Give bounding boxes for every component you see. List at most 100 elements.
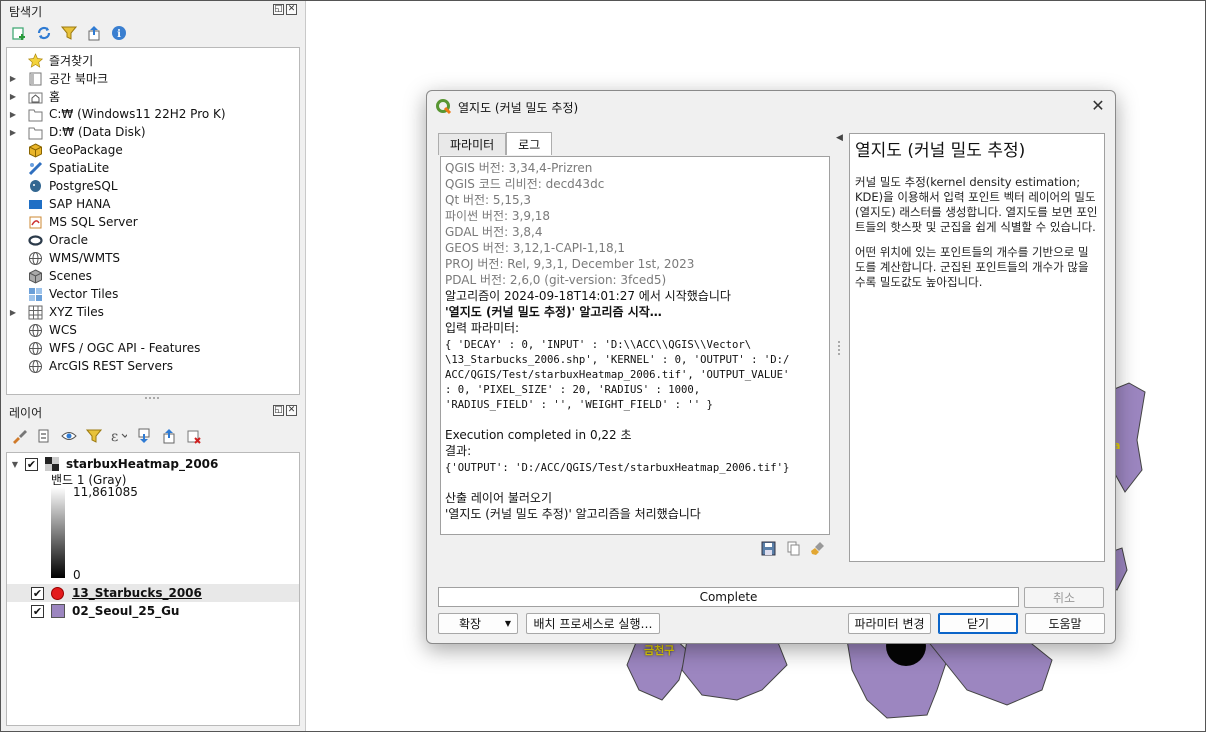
cancel-button[interactable]: 취소 [1024, 587, 1104, 608]
log-version-line: PDAL 버전: 2,6,0 (git-version: 3fced5) [445, 273, 667, 287]
browser-item-label: Oracle [49, 233, 89, 247]
browser-item-label: Vector Tiles [49, 287, 119, 301]
folder-icon [27, 106, 43, 122]
dialog-tabs: 파라미터 로그 [438, 132, 553, 155]
layer-row-starbucks[interactable]: ✔ 13_Starbucks_2006 [7, 584, 299, 602]
browser-item[interactable]: WCS [7, 321, 77, 339]
info-icon[interactable]: i [110, 24, 127, 41]
refresh-icon[interactable] [35, 24, 52, 41]
browser-item[interactable]: ▶ C:₩ (Windows11 22H2 Pro K) [7, 105, 226, 123]
change-parameters-button[interactable]: 파라미터 변경 [848, 613, 931, 634]
close-icon[interactable]: ✕ [1089, 97, 1107, 115]
browser-item[interactable]: ▶ XYZ Tiles [7, 303, 104, 321]
browser-item[interactable]: Oracle [7, 231, 88, 249]
collapse-help-icon[interactable]: ◀ [836, 133, 843, 143]
browser-item-label: 공간 북마크 [49, 71, 109, 86]
bookmark-icon [27, 70, 43, 86]
browser-item-label: WCS [49, 323, 77, 337]
layer-visibility-checkbox[interactable]: ✔ [31, 586, 44, 600]
style-brush-icon[interactable] [10, 427, 27, 444]
float-panel-icon[interactable]: ◱ [273, 405, 284, 416]
log-result-label: 결과: [445, 444, 472, 458]
log-done: '열지도 (커널 밀도 추정)' 알고리즘을 처리했습니다 [445, 507, 701, 521]
help-title: 열지도 (커널 밀도 추정) [855, 141, 1026, 161]
expand-arrow-icon[interactable]: ▶ [7, 74, 19, 83]
layer-name: starbuxHeatmap_2006 [66, 457, 219, 471]
layers-toolbar: ε [10, 427, 202, 444]
layer-visibility-checkbox[interactable]: ✔ [31, 604, 44, 618]
log-params-line: ACC/QGIS/Test/starbuxHeatmap_2006.tif', … [445, 369, 790, 381]
browser-item[interactable]: SAP HANA [7, 195, 111, 213]
browser-item[interactable]: Scenes [7, 267, 92, 285]
save-log-icon[interactable] [761, 541, 776, 556]
browser-tree[interactable]: 즐겨찾기 ▶ 공간 북마크 ▶ 홈 ▶ C:₩ (Windows11 22H2 Pro K)… [6, 47, 300, 395]
browser-item[interactable]: ▶ 공간 북마크 [7, 69, 108, 87]
browser-item[interactable]: ▶ 홈 [7, 87, 60, 105]
browser-toolbar: i [10, 24, 127, 41]
home-folder-icon [27, 88, 43, 104]
browser-item[interactable]: SpatiaLite [7, 159, 109, 177]
browser-item[interactable]: 즐겨찾기 [7, 51, 93, 69]
expand-arrow-icon[interactable]: ▶ [7, 308, 19, 317]
expanded-arrow-icon[interactable]: ▼ [9, 460, 21, 469]
expand-button[interactable]: 확장 ▼ [438, 613, 518, 634]
browser-panel-title: 탐색기 [9, 5, 43, 19]
expression-filter-icon[interactable]: ε [110, 427, 127, 444]
clear-log-icon[interactable] [811, 541, 826, 556]
log-version-line: QGIS 코드 리비전: decd43dc [445, 177, 605, 191]
browser-item-label: 즐겨찾기 [49, 53, 94, 68]
layer-visibility-checkbox[interactable]: ✔ [25, 457, 38, 471]
qgis-logo-icon [436, 99, 452, 115]
expand-all-icon[interactable] [135, 427, 152, 444]
batch-process-button[interactable]: 배치 프로세스로 실행… [526, 613, 660, 634]
expand-arrow-icon[interactable]: ▶ [7, 92, 19, 101]
splitter-handle[interactable] [145, 397, 159, 399]
help-paragraph-2: 어떤 위치에 있는 포인트들의 개수를 기반으로 밀도를 계산합니다. 군집된 … [855, 245, 1089, 289]
close-button[interactable]: 닫기 [938, 613, 1018, 634]
browser-item-label: C:₩ (Windows11 22H2 Pro K) [49, 107, 226, 121]
browser-item[interactable]: ArcGIS REST Servers [7, 357, 173, 375]
browser-item-label: GeoPackage [49, 143, 123, 157]
raster-layer-icon [45, 457, 59, 471]
collapse-all-layers-icon[interactable] [160, 427, 177, 444]
float-panel-icon[interactable]: ◱ [273, 4, 284, 15]
add-layer-icon[interactable] [10, 24, 27, 41]
add-group-icon[interactable] [35, 427, 52, 444]
browser-item-label: XYZ Tiles [49, 305, 104, 319]
browser-item[interactable]: GeoPackage [7, 141, 123, 159]
layer-row-seoul[interactable]: ✔ 02_Seoul_25_Gu [7, 602, 299, 620]
browser-item[interactable]: WFS / OGC API - Features [7, 339, 200, 357]
help-panel: 열지도 (커널 밀도 추정) 커널 밀도 추정(kernel density e… [849, 133, 1105, 562]
help-button[interactable]: 도움말 [1025, 613, 1105, 634]
copy-log-icon[interactable] [786, 541, 801, 556]
tab-log[interactable]: 로그 [506, 132, 553, 155]
eye-icon[interactable] [60, 427, 77, 444]
browser-item[interactable]: PostgreSQL [7, 177, 118, 195]
layers-tree[interactable]: ▼ ✔ starbuxHeatmap_2006 밴드 1 (Gray) 11,8… [6, 452, 300, 726]
log-version-line: GEOS 버전: 3,12,1-CAPI-1,18,1 [445, 241, 626, 255]
dialog-splitter-handle[interactable] [838, 341, 840, 355]
browser-item[interactable]: ▶ D:₩ (Data Disk) [7, 123, 146, 141]
log-input-params-label: 입력 파라미터: [445, 321, 520, 335]
heatmap-dialog: 열지도 (커널 밀도 추정) ✕ 파라미터 로그 QGIS 버전: 3,34,4… [426, 90, 1116, 644]
log-params-line: : 0, 'PIXEL_SIZE' : 20, 'RADIUS' : 1000, [445, 384, 701, 396]
browser-item[interactable]: WMS/WMTS [7, 249, 120, 267]
browser-item-label: ArcGIS REST Servers [49, 359, 174, 373]
mssql-icon [27, 214, 43, 230]
log-version-line: Qt 버전: 5,15,3 [445, 193, 532, 207]
expand-arrow-icon[interactable]: ▶ [7, 110, 19, 119]
svg-text:i: i [117, 29, 121, 40]
expand-arrow-icon[interactable]: ▶ [7, 128, 19, 137]
remove-layer-icon[interactable] [185, 427, 202, 444]
browser-item[interactable]: MS SQL Server [7, 213, 138, 231]
filter-icon[interactable] [60, 24, 77, 41]
browser-item[interactable]: Vector Tiles [7, 285, 118, 303]
filter-legend-icon[interactable] [85, 427, 102, 444]
point-symbol-icon [51, 586, 64, 600]
collapse-all-icon[interactable] [85, 24, 102, 41]
close-panel-icon[interactable]: ✕ [286, 405, 297, 416]
log-textarea[interactable]: QGIS 버전: 3,34,4-Prizren QGIS 코드 리비전: decd… [440, 156, 830, 535]
browser-item-label: Scenes [49, 269, 92, 283]
tab-parameters[interactable]: 파라미터 [438, 133, 507, 155]
close-panel-icon[interactable]: ✕ [286, 4, 297, 15]
